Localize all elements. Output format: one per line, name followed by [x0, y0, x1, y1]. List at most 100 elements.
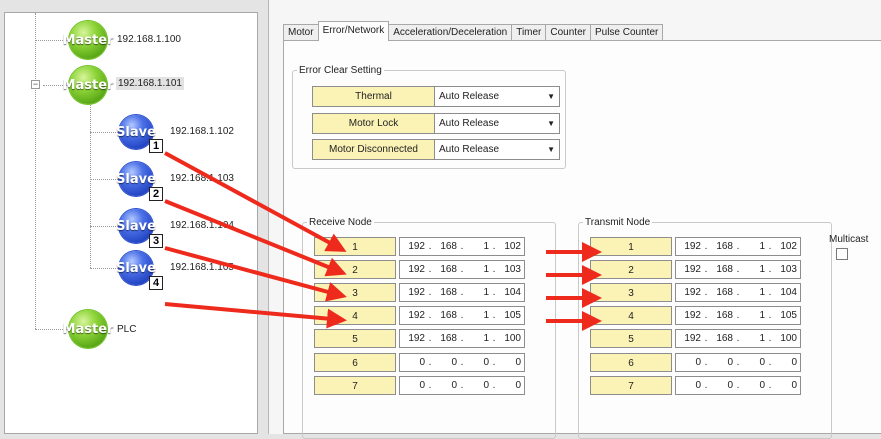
ip-octet[interactable]: 0 [679, 357, 701, 368]
slave-node-icon[interactable]: Slave [116, 162, 156, 196]
dropdown-arrow-icon[interactable]: ▼ [547, 114, 555, 133]
ip-octet[interactable]: 0 [743, 380, 765, 391]
transmit-node-ip-field[interactable]: 192. 168. 1. 104 [675, 283, 801, 302]
ip-octet[interactable]: 192 [403, 310, 425, 321]
ip-octet[interactable]: 168 [435, 287, 457, 298]
tree-node-label[interactable]: 192.168.1.103 [170, 173, 234, 184]
transmit-node-ip-field[interactable]: 192. 168. 1. 102 [675, 237, 801, 256]
transmit-node-ip-field[interactable]: 0.0.0.0 [675, 376, 801, 395]
tab-acceleration-deceleration[interactable]: Acceleration/Deceleration [388, 24, 513, 41]
slave-node-icon[interactable]: Slave [116, 209, 156, 243]
ip-octet[interactable]: 103 [499, 264, 521, 275]
receive-node-ip-field[interactable]: 192. 168. 1. 104 [399, 283, 525, 302]
ip-octet[interactable]: 168 [435, 310, 457, 321]
ip-octet[interactable]: 192 [679, 264, 701, 275]
ip-octet[interactable]: 168 [435, 241, 457, 252]
ip-octet[interactable]: 0 [711, 357, 733, 368]
receive-node-ip-field[interactable]: 192. 168. 1. 102 [399, 237, 525, 256]
error-clear-dropdown[interactable]: Auto Release ▼ [435, 113, 560, 134]
ip-octet[interactable]: 168 [435, 333, 457, 344]
ip-octet[interactable]: 100 [499, 333, 521, 344]
tree-node-label[interactable]: PLC [117, 324, 136, 335]
ip-octet[interactable]: 1 [743, 287, 765, 298]
receive-node-ip-field[interactable]: 0.0.0.0 [399, 376, 525, 395]
ip-octet[interactable]: 168 [435, 264, 457, 275]
ip-octet[interactable]: 168 [711, 241, 733, 252]
ip-octet[interactable]: 105 [499, 310, 521, 321]
tab-timer[interactable]: Timer [511, 24, 547, 41]
ip-octet[interactable]: 1 [467, 287, 489, 298]
ip-octet[interactable]: 192 [403, 287, 425, 298]
ip-octet[interactable]: 192 [403, 241, 425, 252]
transmit-node-ip-field[interactable]: 192. 168. 1. 103 [675, 260, 801, 279]
ip-octet[interactable]: 1 [467, 264, 489, 275]
tree-node-label[interactable]: 192.168.1.100 [117, 34, 181, 45]
tree-node-label[interactable]: 192.168.1.104 [170, 220, 234, 231]
receive-node-ip-field[interactable]: 192. 168. 1. 103 [399, 260, 525, 279]
transmit-node-ip-field[interactable]: 192. 168. 1. 100 [675, 329, 801, 348]
ip-octet[interactable]: 168 [711, 264, 733, 275]
ip-octet[interactable]: 192 [679, 287, 701, 298]
dropdown-arrow-icon[interactable]: ▼ [547, 140, 555, 159]
ip-octet[interactable]: 0 [499, 380, 521, 391]
tree-node-label[interactable]: 192.168.1.105 [170, 262, 234, 273]
ip-octet[interactable]: 192 [679, 241, 701, 252]
ip-octet[interactable]: 103 [775, 264, 797, 275]
multicast-checkbox[interactable] [836, 248, 848, 260]
transmit-node-ip-field[interactable]: 192. 168. 1. 105 [675, 306, 801, 325]
ip-octet[interactable]: 168 [711, 287, 733, 298]
ip-octet[interactable]: 192 [403, 264, 425, 275]
ip-octet[interactable]: 192 [679, 310, 701, 321]
ip-octet[interactable]: 1 [743, 264, 765, 275]
ip-octet[interactable]: 1 [743, 333, 765, 344]
ip-octet[interactable]: 1 [743, 310, 765, 321]
transmit-node-number: 4 [590, 306, 672, 325]
tree-node-label[interactable]: 192.168.1.102 [170, 126, 234, 137]
ip-octet[interactable]: 0 [467, 380, 489, 391]
tab-counter[interactable]: Counter [545, 24, 591, 41]
ip-octet[interactable]: 0 [435, 380, 457, 391]
error-clear-dropdown[interactable]: Auto Release ▼ [435, 139, 560, 160]
ip-octet[interactable]: 1 [743, 241, 765, 252]
ip-octet[interactable]: 192 [679, 333, 701, 344]
ip-octet[interactable]: 100 [775, 333, 797, 344]
ip-octet[interactable]: 0 [775, 357, 797, 368]
ip-octet[interactable]: 192 [403, 333, 425, 344]
dropdown-arrow-icon[interactable]: ▼ [547, 87, 555, 106]
tab-pulse-counter[interactable]: Pulse Counter [589, 24, 664, 41]
collapse-toggle-icon[interactable]: − [31, 80, 40, 89]
slave-node-icon[interactable]: Slave [116, 115, 156, 149]
master-node-icon[interactable]: Master [63, 310, 113, 348]
ip-octet[interactable]: 168 [711, 333, 733, 344]
ip-octet[interactable]: 0 [467, 357, 489, 368]
transmit-node-ip-field[interactable]: 0.0.0.0 [675, 353, 801, 372]
ip-octet[interactable]: 1 [467, 333, 489, 344]
ip-octet[interactable]: 0 [403, 357, 425, 368]
ip-octet[interactable]: 1 [467, 241, 489, 252]
receive-node-ip-field[interactable]: 0.0.0.0 [399, 353, 525, 372]
ip-octet[interactable]: 102 [499, 241, 521, 252]
receive-node-ip-field[interactable]: 192. 168. 1. 100 [399, 329, 525, 348]
ip-octet[interactable]: 0 [743, 357, 765, 368]
ip-octet[interactable]: 105 [775, 310, 797, 321]
ip-octet[interactable]: 0 [711, 380, 733, 391]
error-clear-dropdown[interactable]: Auto Release ▼ [435, 86, 560, 107]
ip-octet[interactable]: 0 [403, 380, 425, 391]
master-node-icon[interactable]: Master [63, 21, 113, 59]
ip-octet[interactable]: 0 [775, 380, 797, 391]
ip-octet[interactable]: 1 [467, 310, 489, 321]
tab-motor[interactable]: Motor [283, 24, 319, 41]
ip-octet[interactable]: 104 [775, 287, 797, 298]
ip-octet[interactable]: 0 [435, 357, 457, 368]
master-node-icon[interactable]: Master [63, 66, 113, 104]
tree-node-label[interactable]: 192.168.1.101 [116, 77, 184, 90]
ip-octet[interactable]: 0 [499, 357, 521, 368]
ip-octet[interactable]: 0 [679, 380, 701, 391]
ip-octet[interactable]: 102 [775, 241, 797, 252]
tab-error-network[interactable]: Error/Network [317, 21, 390, 41]
ip-octet[interactable]: 104 [499, 287, 521, 298]
ip-octet[interactable]: 168 [711, 310, 733, 321]
receive-node-ip-field[interactable]: 192. 168. 1. 105 [399, 306, 525, 325]
ip-dot-separator: . [492, 380, 496, 391]
slave-node-icon[interactable]: Slave [116, 251, 156, 285]
